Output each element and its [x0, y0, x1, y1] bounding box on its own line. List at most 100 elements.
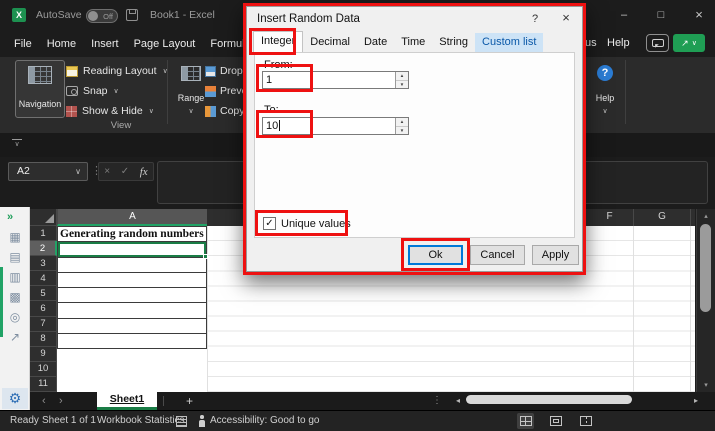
- scroll-right-icon[interactable]: ▸: [694, 396, 698, 405]
- workbook-statistics-button[interactable]: Workbook Statistics: [97, 415, 185, 426]
- from-spinner[interactable]: ▲ ▼: [395, 72, 408, 88]
- new-sheet-button[interactable]: +: [186, 394, 193, 408]
- drop-down-list-button[interactable]: Drop-: [205, 63, 243, 79]
- cancel-entry-icon[interactable]: ×: [104, 166, 110, 177]
- ok-button[interactable]: Ok: [408, 245, 463, 265]
- column-header-A[interactable]: A: [57, 209, 207, 226]
- external-link-icon[interactable]: ↗: [10, 331, 20, 343]
- row-header-10[interactable]: 10: [30, 362, 57, 377]
- next-sheet-icon[interactable]: ›: [59, 395, 63, 407]
- row-header-6[interactable]: 6: [30, 301, 57, 316]
- workbook-icon[interactable]: ▦: [9, 231, 20, 243]
- cell-A10[interactable]: [57, 363, 207, 377]
- cancel-button[interactable]: Cancel: [470, 245, 525, 265]
- dialog-help-button[interactable]: ?: [528, 13, 542, 25]
- scroll-down-icon[interactable]: ▾: [697, 381, 715, 389]
- menu-item-help[interactable]: Help: [607, 37, 630, 49]
- kutools-settings-button[interactable]: ⚙: [2, 388, 28, 409]
- menu-item-file[interactable]: File: [14, 38, 32, 50]
- row-header-1[interactable]: 1: [30, 226, 57, 241]
- scroll-left-icon[interactable]: ◂: [456, 396, 460, 405]
- row-header-8[interactable]: 8: [30, 332, 57, 347]
- apply-button[interactable]: Apply: [532, 245, 579, 265]
- to-input[interactable]: 10 ▲ ▼: [262, 117, 409, 135]
- navigation-button[interactable]: Navigation: [15, 60, 65, 118]
- menu-item-kutools-plus-clipped[interactable]: us: [585, 37, 597, 49]
- horizontal-scroll-thumb[interactable]: [466, 395, 632, 404]
- cell-A11[interactable]: [57, 378, 207, 392]
- snap-button[interactable]: Snap ∨: [66, 83, 119, 99]
- help-button[interactable]: ? Help ∨: [587, 60, 623, 118]
- fill-handle[interactable]: [203, 254, 208, 259]
- from-input[interactable]: 1 ▲ ▼: [262, 71, 409, 89]
- row-header-4[interactable]: 4: [30, 271, 57, 286]
- row-header-3[interactable]: 3: [30, 256, 57, 271]
- spinner-up-icon[interactable]: ▲: [396, 72, 408, 81]
- reading-layout-button[interactable]: Reading Layout ∨: [66, 63, 168, 79]
- columns-icon[interactable]: ▩: [9, 291, 20, 303]
- spinner-up-icon[interactable]: ▲: [396, 118, 408, 127]
- spinner-down-icon[interactable]: ▼: [396, 81, 408, 89]
- dialog-tab-custom-list[interactable]: Custom list: [475, 33, 543, 52]
- page-break-view-button[interactable]: [577, 413, 594, 429]
- unique-values-option[interactable]: ✓ Unique values: [263, 217, 351, 230]
- menu-item-home[interactable]: Home: [47, 38, 76, 50]
- spinner-down-icon[interactable]: ▼: [396, 127, 408, 135]
- dialog-tab-integer[interactable]: Integer: [253, 31, 303, 52]
- normal-view-button[interactable]: [517, 413, 534, 429]
- accessibility-status[interactable]: Accessibility: Good to go: [210, 415, 320, 426]
- menu-item-insert[interactable]: Insert: [91, 38, 119, 50]
- unique-values-checkbox[interactable]: ✓: [263, 217, 276, 230]
- scroll-up-icon[interactable]: ▴: [697, 212, 715, 220]
- cell-A8[interactable]: [57, 333, 207, 349]
- cell-A7[interactable]: [57, 318, 207, 334]
- menu-item-page-layout[interactable]: Page Layout: [134, 38, 196, 50]
- copy-ranges-button[interactable]: Copy R: [205, 103, 243, 119]
- dialog-tab-string[interactable]: String: [432, 33, 475, 52]
- maximize-button[interactable]: □: [646, 3, 676, 27]
- cell-A1[interactable]: Generating random numbers: [57, 226, 207, 242]
- cell-A5[interactable]: [57, 287, 207, 303]
- row-header-9[interactable]: 9: [30, 347, 57, 362]
- column-header-F[interactable]: F: [585, 209, 633, 226]
- page-layout-view-button[interactable]: [547, 413, 564, 429]
- cell-A9[interactable]: [57, 349, 207, 363]
- select-all-corner[interactable]: [30, 209, 57, 226]
- ribbon-pin-icon[interactable]: ∨: [12, 139, 22, 149]
- vertical-scroll-thumb[interactable]: [700, 224, 711, 312]
- dialog-tab-time[interactable]: Time: [394, 33, 432, 52]
- name-box[interactable]: A2 ∨: [8, 162, 88, 181]
- minimize-button[interactable]: –: [609, 3, 639, 27]
- comments-button[interactable]: [646, 34, 669, 52]
- excel-logo-icon[interactable]: X: [12, 8, 26, 22]
- to-spinner[interactable]: ▲ ▼: [395, 118, 408, 134]
- cell-A2[interactable]: [57, 241, 207, 257]
- confirm-entry-icon[interactable]: ✓: [121, 166, 129, 177]
- range-button[interactable]: Range ∨: [173, 60, 209, 118]
- row-header-5[interactable]: 5: [30, 286, 57, 301]
- cell-A6[interactable]: [57, 302, 207, 318]
- prevent-typing-button[interactable]: Preven: [205, 83, 243, 99]
- workbook-statistics-icon[interactable]: [176, 416, 187, 427]
- print-icon[interactable]: ▥: [9, 271, 20, 283]
- autosave-toggle[interactable]: Off: [86, 9, 118, 23]
- cell-A3[interactable]: [57, 257, 207, 273]
- note-icon[interactable]: ▤: [9, 251, 20, 263]
- row-header-11[interactable]: 11: [30, 377, 57, 392]
- insert-function-icon[interactable]: fx: [140, 166, 148, 178]
- expand-pane-icon[interactable]: »: [7, 211, 13, 223]
- sheet-tab-sheet1[interactable]: Sheet1: [97, 392, 157, 410]
- row-header-2[interactable]: 2: [30, 241, 57, 256]
- dialog-tab-decimal[interactable]: Decimal: [303, 33, 357, 52]
- dialog-close-button[interactable]: ×: [558, 10, 574, 25]
- row-header-7[interactable]: 7: [30, 317, 57, 332]
- find-icon[interactable]: ◎: [10, 311, 20, 323]
- vertical-scrollbar[interactable]: ▴ ▾: [696, 209, 715, 392]
- close-button[interactable]: ×: [684, 3, 714, 27]
- column-header-G[interactable]: G: [633, 209, 690, 226]
- save-icon[interactable]: [126, 9, 138, 21]
- prev-sheet-icon[interactable]: ‹: [42, 395, 46, 407]
- show-hide-button[interactable]: Show & Hide ∨: [66, 103, 154, 119]
- cell-A4[interactable]: [57, 272, 207, 288]
- share-button[interactable]: ↗ ∨: [673, 34, 705, 52]
